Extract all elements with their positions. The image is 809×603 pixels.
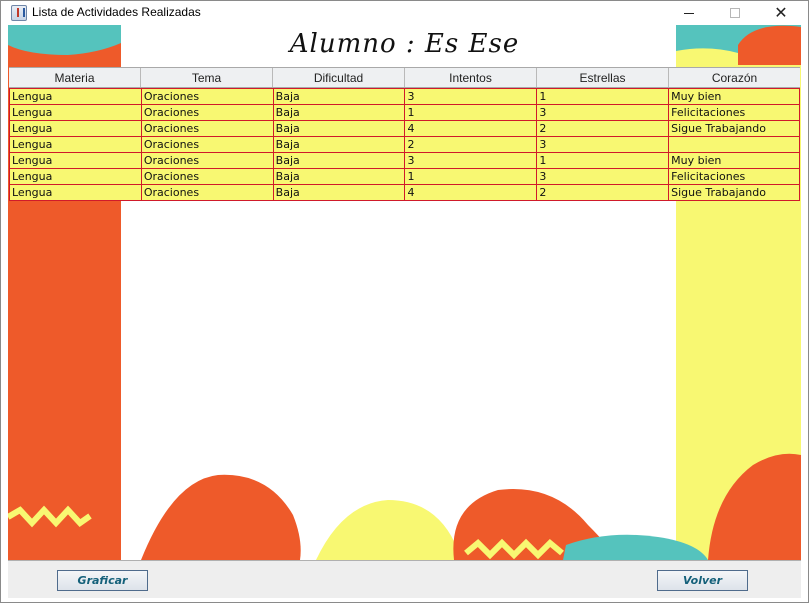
cell-dificultad[interactable]: Baja xyxy=(273,153,406,169)
volver-button[interactable]: Volver xyxy=(657,570,748,591)
close-button[interactable]: ✕ xyxy=(758,1,804,25)
title-bar[interactable]: Lista de Actividades Realizadas ✕ xyxy=(1,1,808,25)
table-row[interactable]: Lengua Oraciones Baja 4 2 Sigue Trabajan… xyxy=(10,185,800,201)
table-body: Lengua Oraciones Baja 3 1 Muy bien Lengu… xyxy=(9,88,800,201)
table-row[interactable]: Lengua Oraciones Baja 1 3 Felicitaciones xyxy=(10,169,800,185)
cell-dificultad[interactable]: Baja xyxy=(273,185,406,201)
cell-materia[interactable]: Lengua xyxy=(10,185,142,201)
cell-intentos[interactable]: 1 xyxy=(405,169,538,185)
table-row[interactable]: Lengua Oraciones Baja 3 1 Muy bien xyxy=(10,153,800,169)
cell-materia[interactable]: Lengua xyxy=(10,121,142,137)
minimize-icon xyxy=(684,12,694,14)
table-row[interactable]: Lengua Oraciones Baja 2 3 xyxy=(10,137,800,153)
maximize-button[interactable] xyxy=(712,1,758,25)
bottom-orange-blob xyxy=(141,474,301,560)
app-window: Lista de Actividades Realizadas ✕ Alumno… xyxy=(0,0,809,603)
minimize-button[interactable] xyxy=(666,1,712,25)
cell-corazon[interactable] xyxy=(669,137,800,153)
cell-estrellas[interactable]: 2 xyxy=(537,185,670,201)
cell-dificultad[interactable]: Baja xyxy=(273,169,406,185)
window-title: Lista de Actividades Realizadas xyxy=(32,5,201,19)
cell-tema[interactable]: Oraciones xyxy=(141,89,274,105)
column-header-materia[interactable]: Materia xyxy=(9,68,141,87)
cell-tema[interactable]: Oraciones xyxy=(141,121,274,137)
column-header-estrellas[interactable]: Estrellas xyxy=(537,68,669,87)
column-header-tema[interactable]: Tema xyxy=(141,68,273,87)
bottom-yellow-blob xyxy=(316,500,460,560)
cell-corazon[interactable]: Felicitaciones xyxy=(669,169,800,185)
cell-dificultad[interactable]: Baja xyxy=(273,89,406,105)
cell-estrellas[interactable]: 1 xyxy=(537,89,670,105)
activities-table: Materia Tema Dificultad Intentos Estrell… xyxy=(9,67,800,201)
graficar-button[interactable]: Graficar xyxy=(57,570,148,591)
cell-estrellas[interactable]: 1 xyxy=(537,153,670,169)
cell-materia[interactable]: Lengua xyxy=(10,105,142,121)
cell-estrellas[interactable]: 3 xyxy=(537,169,670,185)
cell-intentos[interactable]: 3 xyxy=(405,153,538,169)
cell-intentos[interactable]: 4 xyxy=(405,121,538,137)
close-icon: ✕ xyxy=(774,3,788,22)
table-header: Materia Tema Dificultad Intentos Estrell… xyxy=(9,67,800,88)
cell-estrellas[interactable]: 3 xyxy=(537,137,670,153)
cell-corazon[interactable]: Felicitaciones xyxy=(669,105,800,121)
table-row[interactable]: Lengua Oraciones Baja 3 1 Muy bien xyxy=(10,89,800,105)
footer-bar: Graficar Volver xyxy=(8,560,801,598)
cell-corazon[interactable]: Sigue Trabajando xyxy=(669,121,800,137)
column-header-corazon[interactable]: Corazón xyxy=(669,68,800,87)
cell-corazon[interactable]: Muy bien xyxy=(669,153,800,169)
content-panel: Alumno : Es Ese Materia Tema Dificultad … xyxy=(8,25,801,560)
table-row[interactable]: Lengua Oraciones Baja 1 3 Felicitaciones xyxy=(10,105,800,121)
cell-intentos[interactable]: 4 xyxy=(405,185,538,201)
cell-corazon[interactable]: Sigue Trabajando xyxy=(669,185,800,201)
column-header-dificultad[interactable]: Dificultad xyxy=(273,68,405,87)
cell-tema[interactable]: Oraciones xyxy=(141,185,274,201)
table-row[interactable]: Lengua Oraciones Baja 4 2 Sigue Trabajan… xyxy=(10,121,800,137)
cell-tema[interactable]: Oraciones xyxy=(141,153,274,169)
cell-intentos[interactable]: 2 xyxy=(405,137,538,153)
cell-intentos[interactable]: 1 xyxy=(405,105,538,121)
student-title: Alumno : Es Ese xyxy=(289,29,520,59)
cell-dificultad[interactable]: Baja xyxy=(273,137,406,153)
cell-tema[interactable]: Oraciones xyxy=(141,169,274,185)
cell-dificultad[interactable]: Baja xyxy=(273,105,406,121)
cell-intentos[interactable]: 3 xyxy=(405,89,538,105)
column-header-intentos[interactable]: Intentos xyxy=(405,68,537,87)
cell-materia[interactable]: Lengua xyxy=(10,169,142,185)
cell-tema[interactable]: Oraciones xyxy=(141,137,274,153)
cell-materia[interactable]: Lengua xyxy=(10,89,142,105)
cell-materia[interactable]: Lengua xyxy=(10,153,142,169)
java-app-icon xyxy=(11,5,27,21)
cell-dificultad[interactable]: Baja xyxy=(273,121,406,137)
cell-estrellas[interactable]: 2 xyxy=(537,121,670,137)
cell-corazon[interactable]: Muy bien xyxy=(669,89,800,105)
cell-materia[interactable]: Lengua xyxy=(10,137,142,153)
cell-tema[interactable]: Oraciones xyxy=(141,105,274,121)
cell-estrellas[interactable]: 3 xyxy=(537,105,670,121)
maximize-icon xyxy=(730,8,740,18)
